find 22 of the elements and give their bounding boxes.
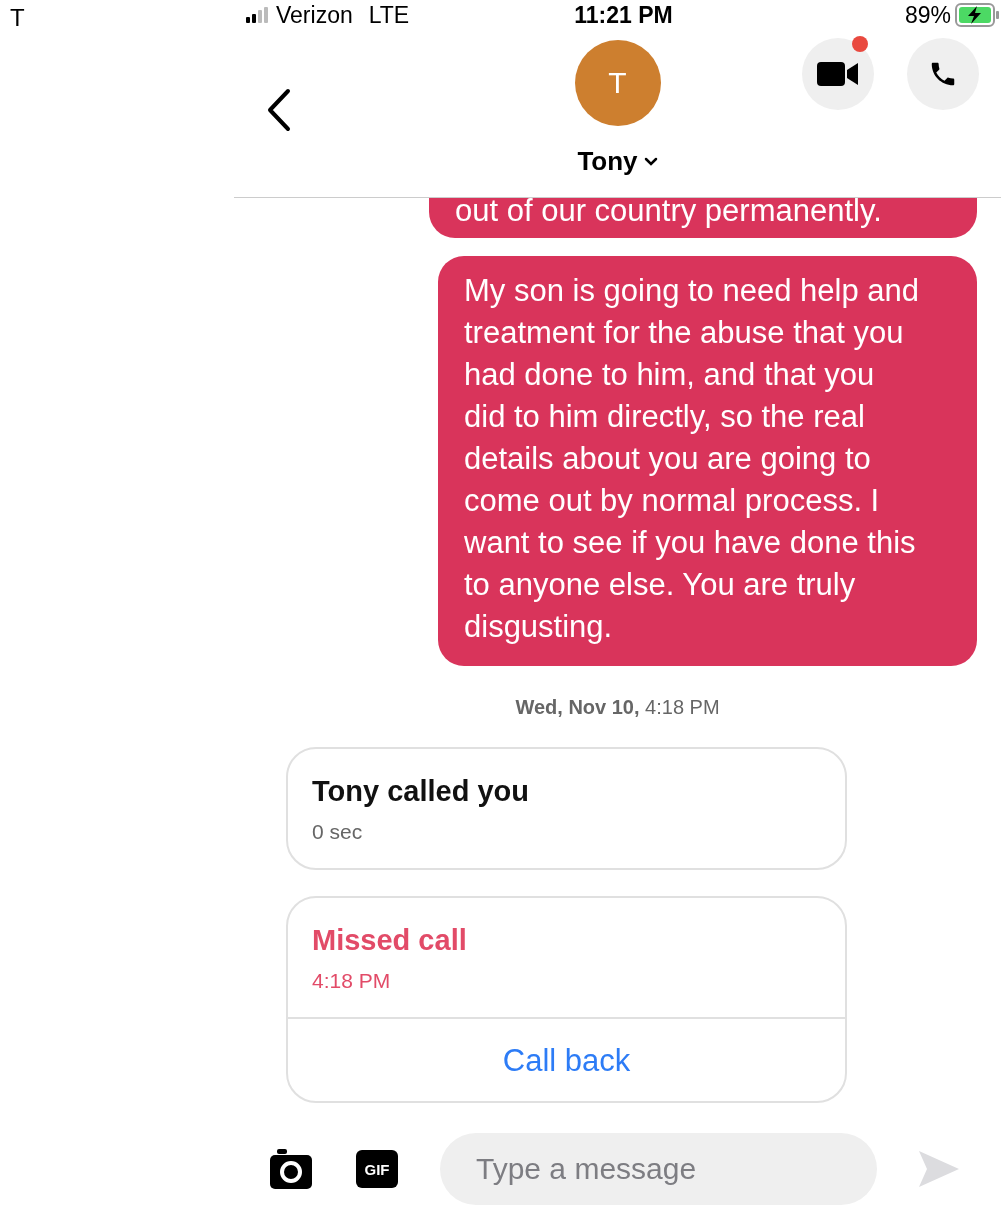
battery-charging-icon <box>955 3 1001 27</box>
network-type: LTE <box>368 1 410 29</box>
message-field[interactable]: Type a message <box>440 1133 877 1205</box>
battery-percent: 89% <box>904 1 951 29</box>
signal-icon <box>246 7 270 23</box>
chevron-down-icon <box>643 156 658 167</box>
contact-name[interactable]: Tony <box>577 146 658 177</box>
camera-icon[interactable] <box>270 1149 312 1189</box>
call-detail: 4:18 PM <box>312 969 392 993</box>
clock: 11:21 PM <box>574 1 673 29</box>
carrier-name: Verizon <box>276 1 353 29</box>
call-back-button[interactable]: Call back <box>288 1017 845 1101</box>
video-camera-icon <box>817 61 859 87</box>
call-title: Tony called you <box>312 775 530 808</box>
sent-message: out of our country permanently. <box>429 198 977 238</box>
call-detail: 0 sec <box>312 820 364 844</box>
call-title: Missed call <box>312 924 468 957</box>
gif-button[interactable]: GIF <box>356 1150 398 1188</box>
date-label: Wed, Nov 10, 4:18 PM <box>515 696 720 719</box>
sent-message: My son is going to need help and treatment for the abuse that you had done to him, and that you did to him directly, so the real details about you are going to come out by normal process. I want to see if you have done this to anyone else. You are truly disgusting. <box>438 256 977 666</box>
back-icon[interactable] <box>266 88 292 132</box>
corner-label: T <box>10 4 25 32</box>
